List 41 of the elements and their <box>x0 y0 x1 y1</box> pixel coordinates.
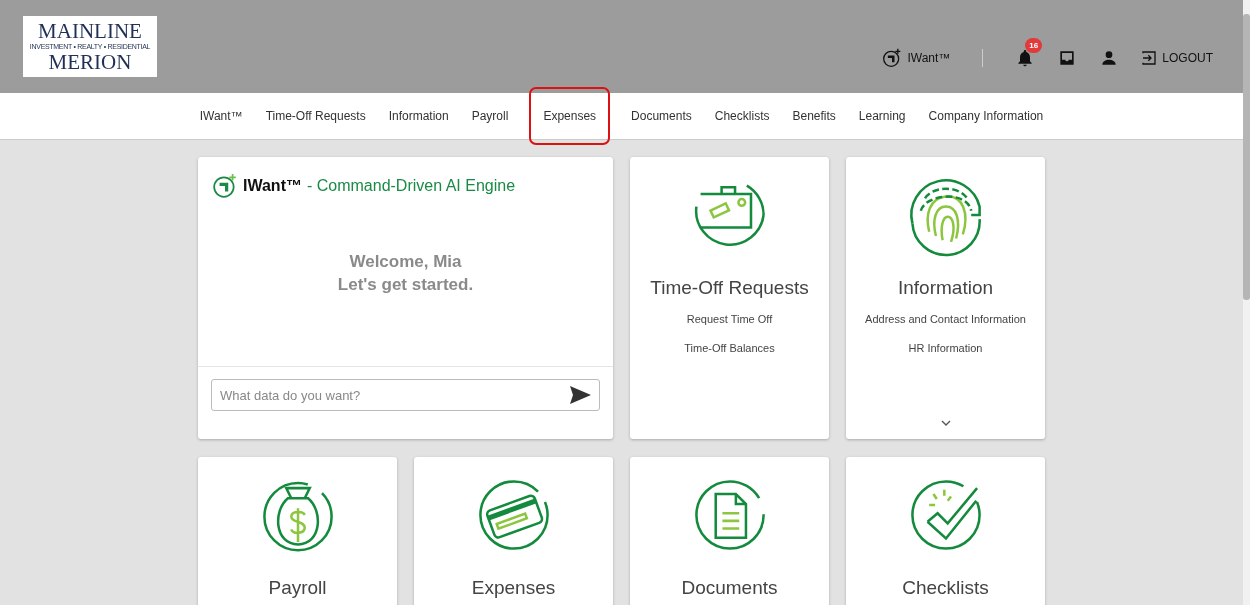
tile-card[interactable]: Payroll <box>198 457 397 605</box>
nav-link[interactable]: Checklists <box>712 101 772 131</box>
tile-card[interactable]: Time-Off Requests Request Time Off Time-Off Balances <box>630 157 829 439</box>
iwant-button[interactable]: IWant™ <box>882 48 951 68</box>
tile-link[interactable]: Address and Contact Information <box>865 313 1026 325</box>
tile-card[interactable]: Information Address and Contact Information HR Information <box>846 157 1045 439</box>
card-title: IWant™ <box>243 177 302 195</box>
iwant-icon <box>882 48 903 68</box>
nav-link[interactable]: Benefits <box>790 101 838 131</box>
nav-link[interactable]: Learning <box>856 101 908 131</box>
logout-icon <box>1141 50 1158 66</box>
query-field[interactable]: What data do you want? <box>211 379 600 411</box>
tile-card[interactable]: Documents <box>630 457 829 605</box>
tile-title: Information <box>897 277 993 299</box>
send-icon[interactable] <box>568 383 592 407</box>
tile-title: Expenses <box>471 577 556 599</box>
nav-link[interactable]: Payroll <box>469 101 511 131</box>
scrollbar[interactable] <box>1243 0 1250 605</box>
nav-link[interactable]: Time-Off Requests <box>263 101 368 131</box>
welcome-text: Let's get started. <box>337 273 474 296</box>
notification-badge: 16 <box>1025 38 1043 53</box>
tile-title: Checklists <box>902 577 989 599</box>
tile-link[interactable]: Request Time Off <box>686 313 773 325</box>
tile-title: Documents <box>681 577 778 599</box>
tile-card[interactable]: Expenses <box>414 457 613 605</box>
tile-title: Time-Off Requests <box>650 277 809 299</box>
logout-button[interactable]: LOGOUT <box>1141 50 1213 66</box>
welcome-text: Welcome, Mia <box>349 250 462 273</box>
tile-title: Payroll <box>268 577 327 599</box>
logo-text: MERION <box>48 51 132 73</box>
nav-link[interactable]: Expenses <box>529 87 611 145</box>
tile-card[interactable]: Checklists <box>846 457 1045 605</box>
card-subtitle: - Command-Driven AI Engine <box>306 177 516 195</box>
logo-text: MAINLINE <box>38 20 142 42</box>
iwant-icon <box>212 173 238 199</box>
nav-link[interactable]: Information <box>386 101 451 131</box>
tile-link[interactable]: HR Information <box>908 342 983 354</box>
nav-link[interactable]: Company Information <box>926 101 1046 131</box>
nav-link[interactable]: Documents <box>629 101 694 131</box>
tile-link[interactable]: Time-Off Balances <box>684 342 775 354</box>
nav-link[interactable]: IWant™ <box>197 101 245 131</box>
